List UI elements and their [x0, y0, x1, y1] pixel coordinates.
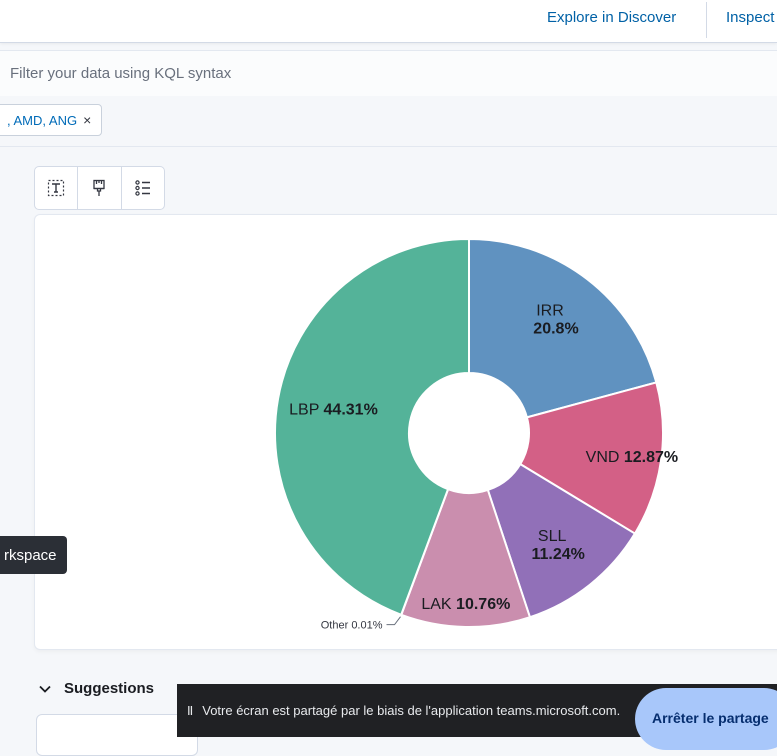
slice-name-sll: SLL [538, 528, 567, 545]
suggestion-card[interactable] [36, 714, 198, 756]
stop-sharing-button[interactable]: Arrêter le partage [635, 688, 777, 750]
slice-label-lak: LAK 10.76% [421, 596, 510, 613]
explore-in-discover-link[interactable]: Explore in Discover [547, 9, 676, 26]
brush-icon [93, 179, 106, 196]
legend-list-button[interactable] [122, 167, 164, 209]
kql-search-input[interactable] [10, 65, 610, 82]
slice-value-irr: 20.8% [533, 320, 578, 337]
brush-button[interactable] [78, 167, 122, 209]
remove-filter-icon[interactable]: × [83, 112, 91, 128]
text-format-button[interactable] [35, 167, 79, 209]
filter-pill-label: , AMD, ANG [7, 112, 78, 128]
suggestions-toggle[interactable]: Suggestions [38, 680, 154, 697]
stop-sharing-label: Arrêter le partage [652, 710, 769, 726]
pause-icon: II [187, 703, 193, 718]
slice-label-lbp: LBP 44.31% [289, 402, 378, 419]
top-divider [706, 2, 707, 38]
workspace-tooltip-text: rkspace [4, 546, 57, 564]
filter-row: , AMD, ANG × [0, 96, 777, 147]
slice-value-sll: 11.24% [531, 546, 584, 563]
top-bar: Explore in Discover Inspect [0, 0, 777, 43]
slice-label-vnd: VND 12.87% [586, 449, 679, 466]
slice-label-other: Other 0.01% [321, 620, 383, 632]
text-format-icon [48, 179, 65, 197]
filter-pill[interactable]: , AMD, ANG × [0, 104, 103, 136]
screen-share-banner: II Votre écran est partagé par le biais … [177, 684, 777, 750]
query-bar [0, 50, 777, 98]
chart-panel: IRR 20.8% VND 12.87% SLL 11.24% LAK 10.76% Oth… [34, 214, 777, 650]
donut-chart: IRR20.8% VND 12.87% SLL11.24% LAK 10.76% Oth… [274, 237, 679, 632]
label-leader-other [386, 616, 401, 626]
chart-toolbar [34, 166, 165, 210]
inspect-link[interactable]: Inspect [726, 9, 774, 26]
workspace-tooltip: rkspace [0, 536, 67, 574]
list-icon [135, 180, 150, 196]
suggestions-title: Suggestions [64, 680, 155, 697]
chevron-down-icon [39, 685, 51, 693]
screen-share-text: Votre écran est partagé par le biais de … [202, 703, 621, 718]
slice-name-irr: IRR [536, 302, 564, 319]
